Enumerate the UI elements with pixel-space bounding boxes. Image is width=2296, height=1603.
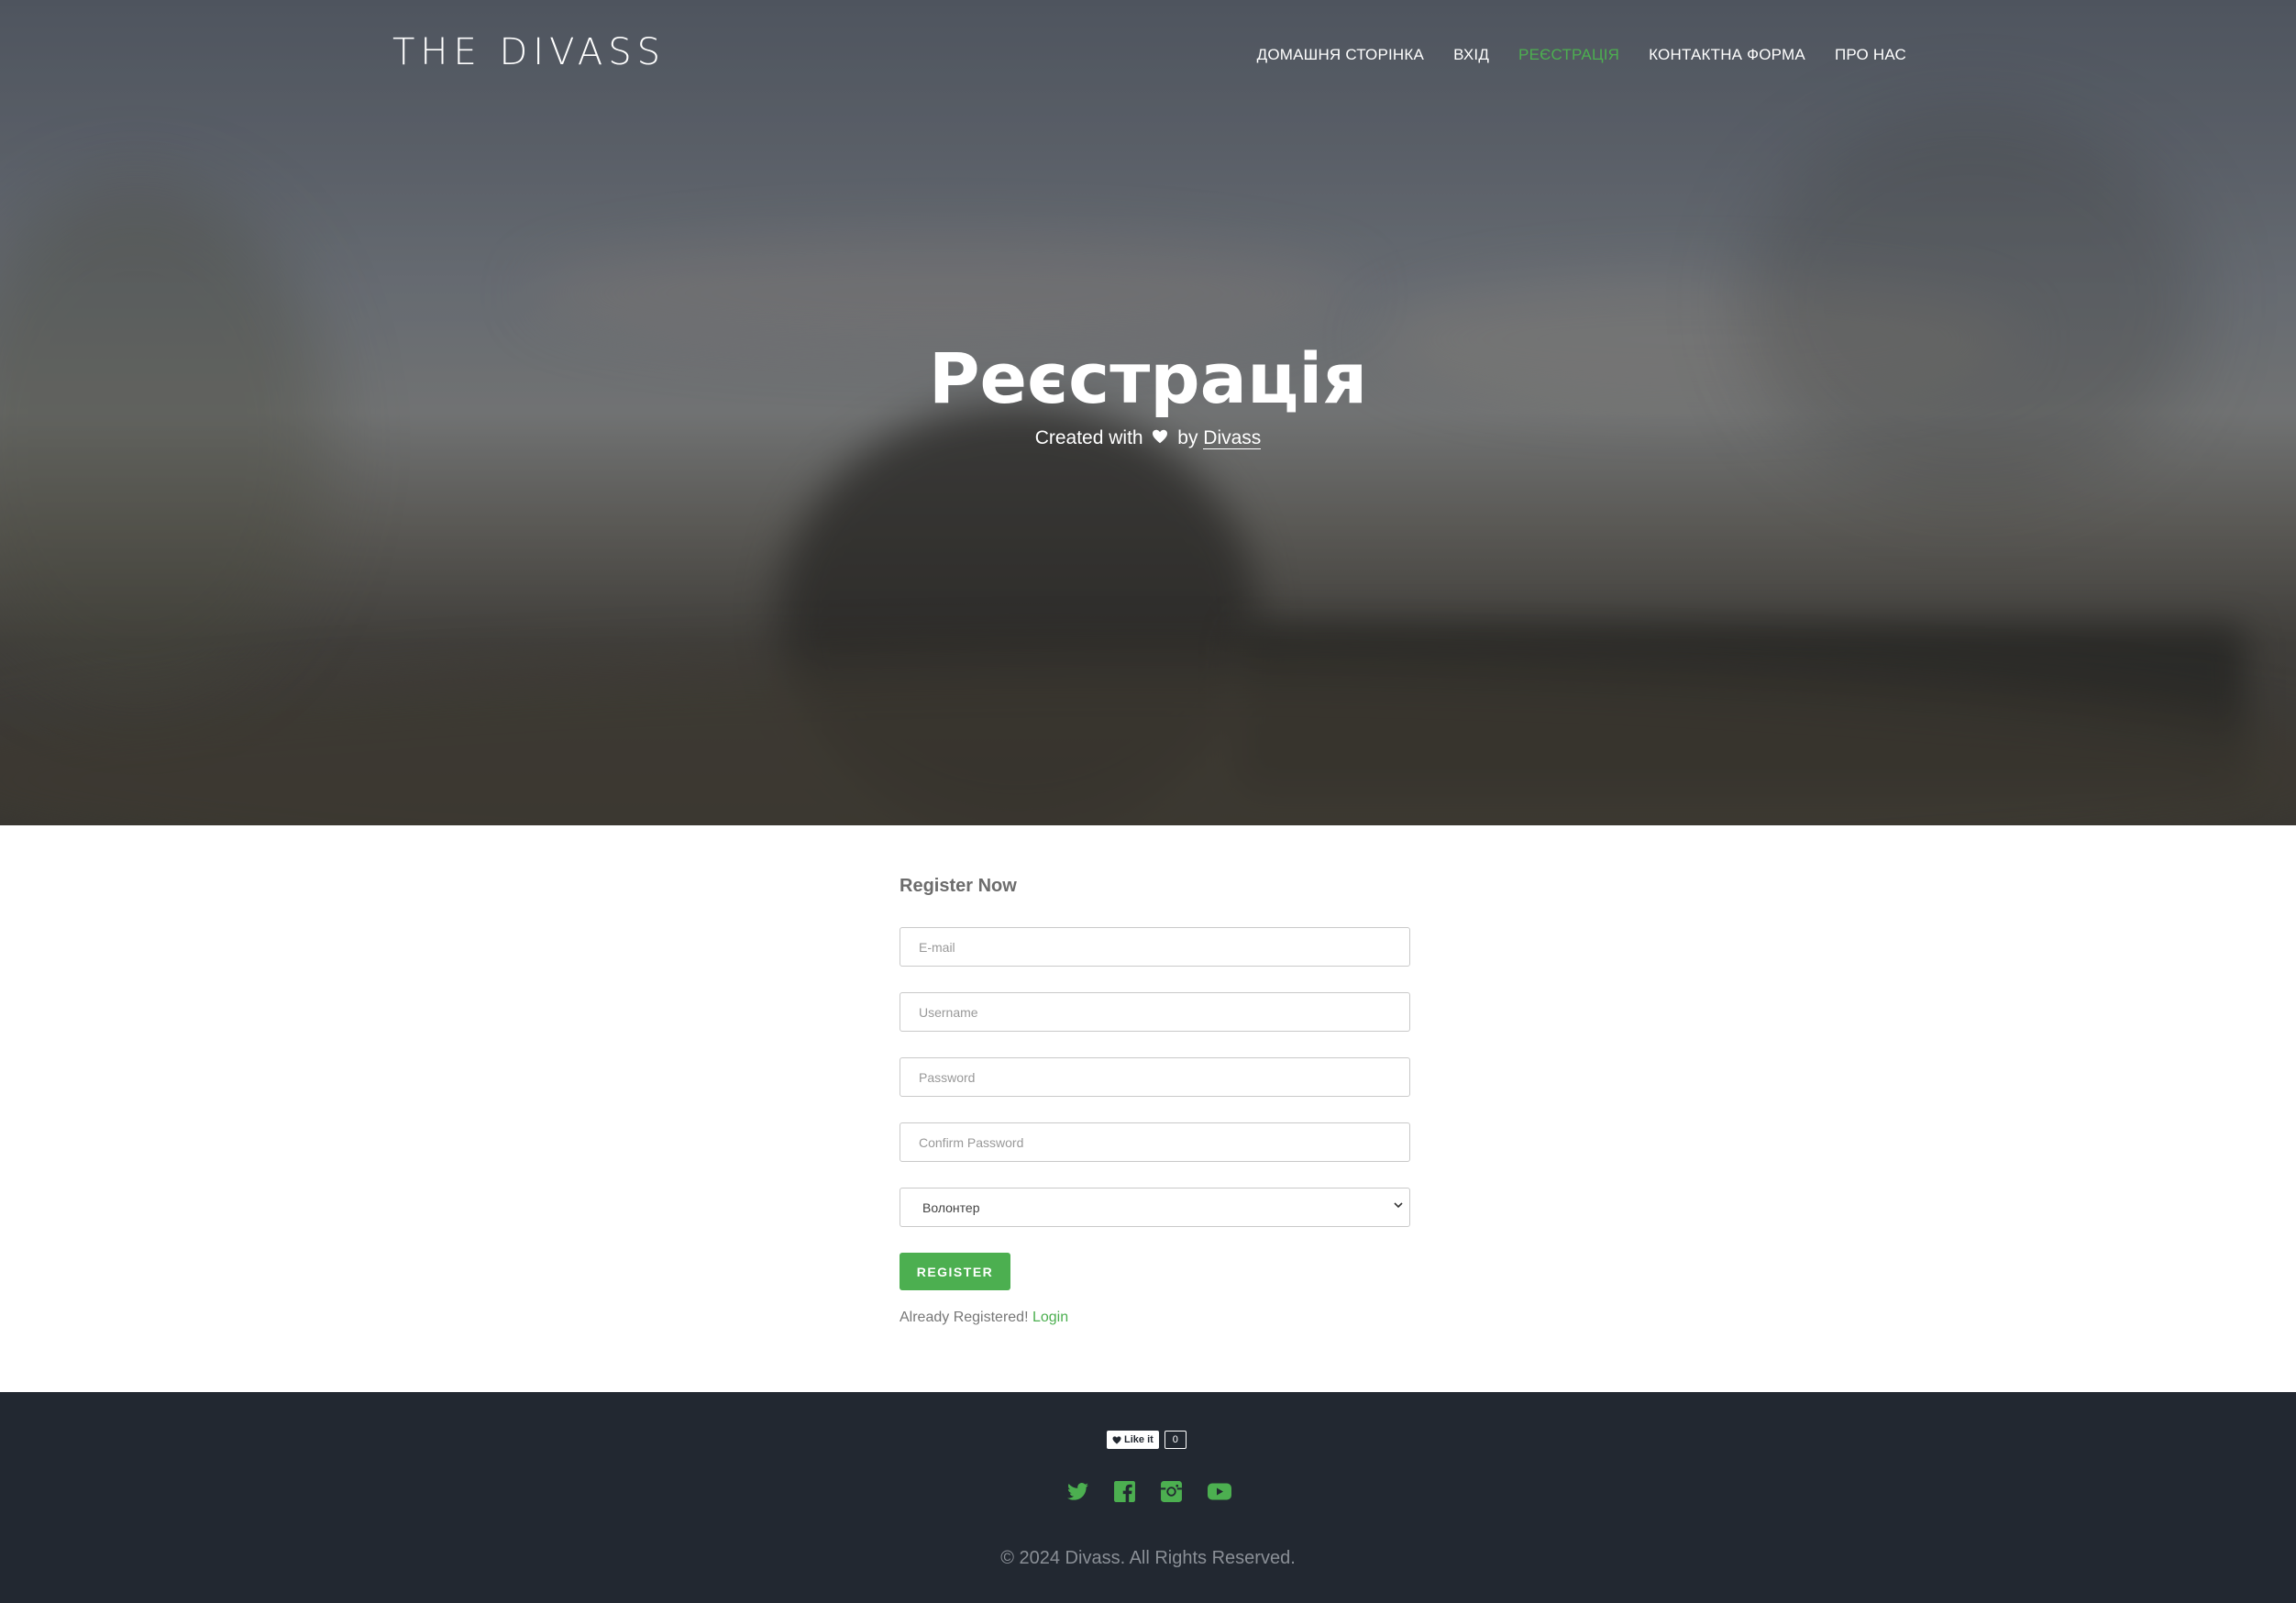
nav-login[interactable]: ВХІД <box>1453 46 1489 64</box>
like-count: 0 <box>1164 1431 1187 1449</box>
heart-icon <box>1112 1435 1121 1444</box>
register-button[interactable]: REGISTER <box>900 1253 1010 1290</box>
hero-banner: THE DIVASS ДОМАШНЯ СТОРІНКА ВХІД РЕЄСТРА… <box>0 0 2296 825</box>
register-form: Register Now Волонтер REGISTER Already R… <box>900 876 1410 1326</box>
login-link[interactable]: Login <box>1032 1310 1068 1325</box>
credit-link[interactable]: Divass <box>1203 427 1262 449</box>
email-field[interactable] <box>900 927 1410 967</box>
twitter-icon[interactable] <box>1066 1480 1089 1503</box>
nav-about[interactable]: ПРО НАС <box>1835 46 1906 64</box>
username-field[interactable] <box>900 992 1410 1032</box>
main-nav: ДОМАШНЯ СТОРІНКА ВХІД РЕЄСТРАЦІЯ КОНТАКТ… <box>1228 46 1906 64</box>
social-links <box>0 1480 2296 1503</box>
hero-subtitle: Created with by Divass <box>0 427 2296 449</box>
role-select[interactable]: Волонтер <box>900 1188 1410 1227</box>
confirm-password-field[interactable] <box>900 1122 1410 1162</box>
role-select-value: Волонтер <box>922 1199 980 1215</box>
instagram-icon[interactable] <box>1160 1480 1183 1503</box>
like-button[interactable]: Like it <box>1107 1431 1159 1449</box>
login-prompt: Already Registered! Login <box>900 1310 1410 1326</box>
chevron-down-icon <box>1393 1199 1404 1213</box>
nav-register[interactable]: РЕЄСТРАЦІЯ <box>1518 46 1619 64</box>
already-registered-text: Already Registered! <box>900 1310 1029 1325</box>
facebook-icon[interactable] <box>1113 1480 1136 1503</box>
page-title: Реєстрація <box>928 337 1368 419</box>
copyright: © 2024 Divass. All Rights Reserved. <box>1000 1548 1296 1568</box>
like-label: Like it <box>1124 1434 1154 1445</box>
like-widget: Like it 0 <box>1107 1431 1187 1449</box>
site-logo[interactable]: THE DIVASS <box>392 31 666 73</box>
nav-contact[interactable]: КОНТАКТНА ФОРМА <box>1649 46 1805 64</box>
hero-sub-prefix: Created with <box>1034 427 1143 448</box>
youtube-icon[interactable] <box>1207 1480 1231 1503</box>
site-footer: Like it 0 © 2024 Divass. All Rights Rese… <box>0 1392 2296 1603</box>
form-title: Register Now <box>900 876 1017 896</box>
heart-icon <box>1152 427 1168 449</box>
nav-home[interactable]: ДОМАШНЯ СТОРІНКА <box>1257 46 1424 64</box>
hero-sub-by: by <box>1177 427 1198 448</box>
password-field[interactable] <box>900 1057 1410 1097</box>
